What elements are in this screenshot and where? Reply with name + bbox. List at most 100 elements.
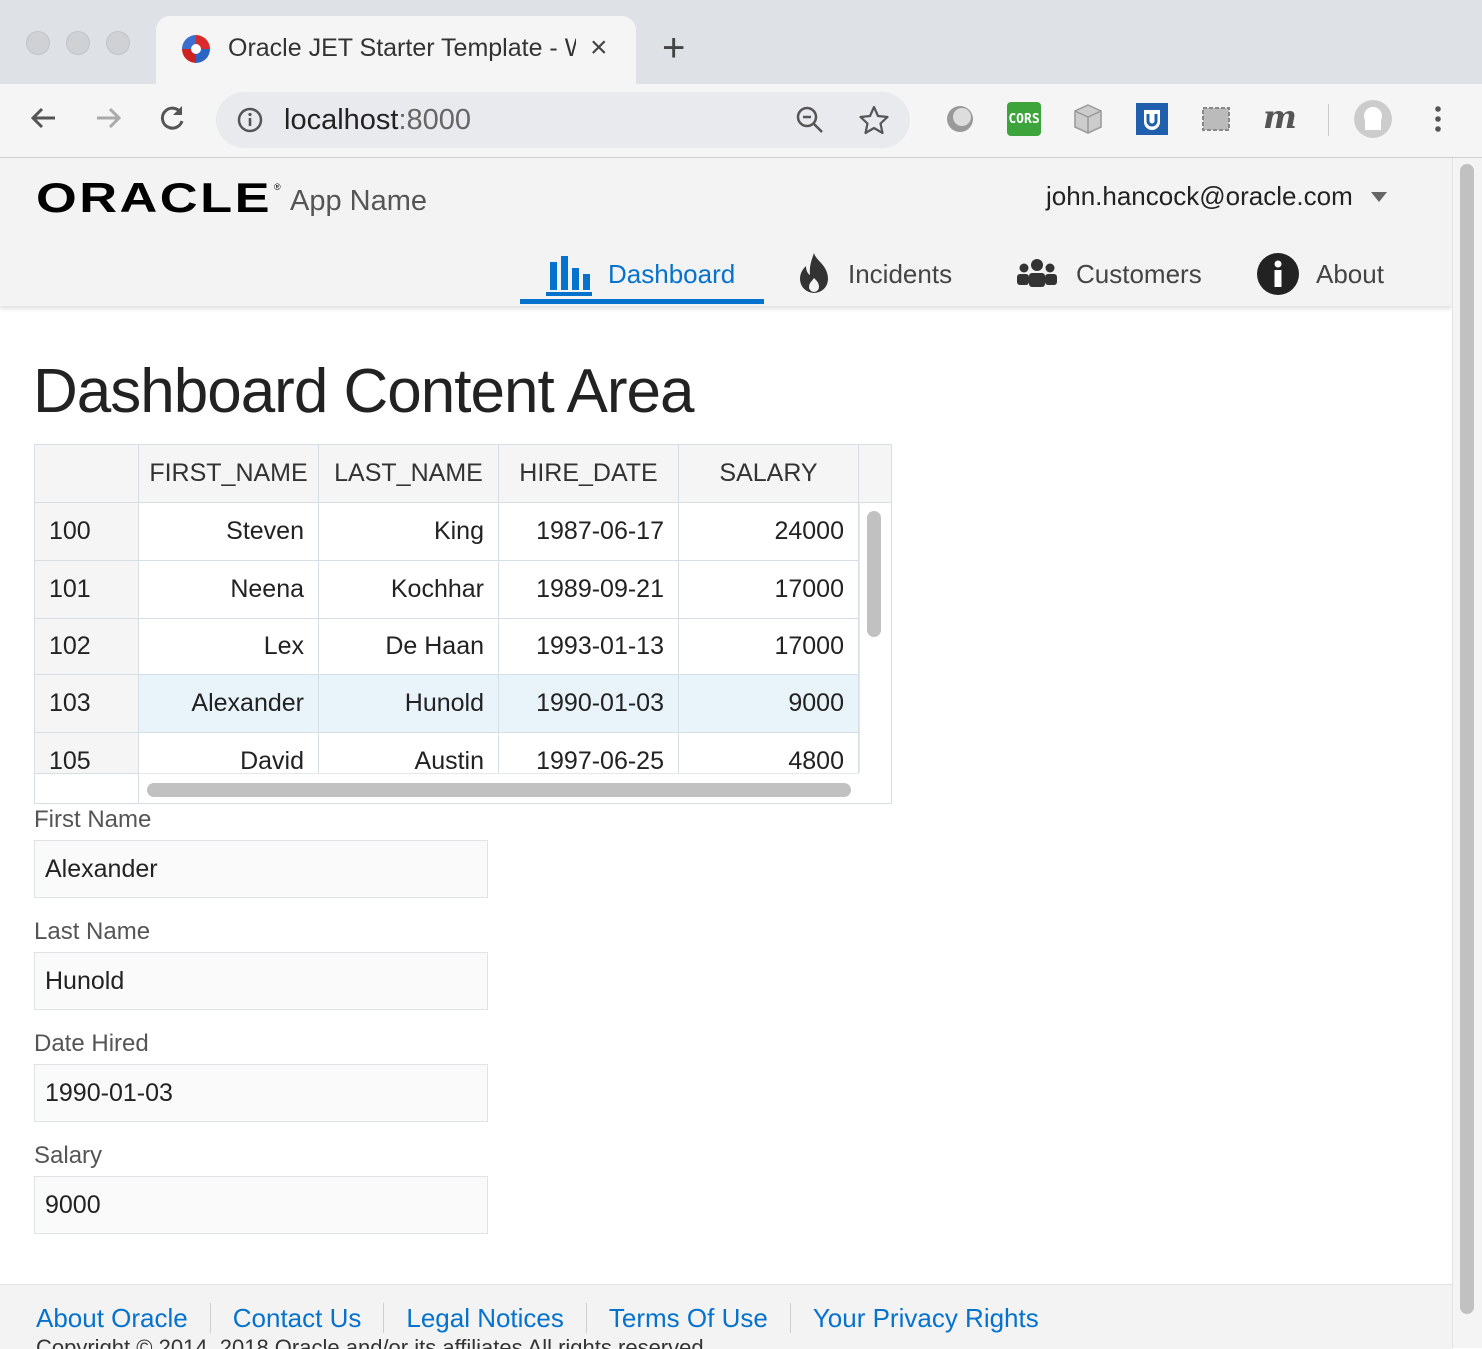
menu-dots-icon[interactable] (1425, 102, 1459, 136)
arrow-left-icon (30, 107, 55, 129)
grid-cell[interactable]: 1989-09-21 (499, 561, 679, 619)
footer-links: About Oracle Contact Us Legal Notices Te… (36, 1303, 1061, 1333)
reload-button[interactable] (152, 98, 192, 138)
grid-cell[interactable]: Hunold (319, 675, 499, 733)
page-title: Dashboard Content Area (33, 357, 694, 426)
reload-icon (160, 106, 184, 130)
grid-cell[interactable]: Lex (139, 619, 319, 675)
salary-label: Salary (34, 1142, 103, 1169)
toolbar-divider (1328, 104, 1329, 136)
column-header[interactable]: HIRE_DATE (499, 445, 679, 503)
cors-extension-icon[interactable]: CORS (1007, 102, 1041, 136)
page-scroll-thumb[interactable] (1460, 164, 1474, 1314)
circle-extension-icon[interactable] (943, 102, 977, 136)
grid-cell[interactable]: 1987-06-17 (499, 503, 679, 561)
column-header[interactable]: FIRST_NAME (139, 445, 319, 503)
row-header-cell[interactable]: 103 (35, 675, 139, 733)
last-name-label: Last Name (34, 918, 151, 945)
grid-cell[interactable]: Neena (139, 561, 319, 619)
address-bar[interactable]: localhost:8000 (216, 92, 910, 148)
nav-item-dashboard[interactable]: Dashboard (546, 242, 735, 306)
row-header-cell[interactable]: 102 (35, 619, 139, 675)
new-tab-button[interactable]: + (662, 28, 685, 68)
date-hired-label: Date Hired (34, 1030, 149, 1057)
grid-footer-corner (35, 773, 139, 803)
zoom-icon[interactable] (794, 104, 826, 136)
window-maximize-button[interactable] (106, 31, 130, 55)
nav-item-label: Incidents (848, 258, 953, 289)
first-name-label: First Name (34, 806, 152, 833)
grid-cell[interactable]: 17000 (679, 561, 859, 619)
shield-extension-icon[interactable] (1135, 102, 1169, 136)
grid-cell[interactable]: De Haan (319, 619, 499, 675)
people-icon (1014, 258, 1060, 290)
grid-cell[interactable]: 17000 (679, 619, 859, 675)
window-minimize-button[interactable] (66, 31, 90, 55)
column-header[interactable]: LAST_NAME (319, 445, 499, 503)
nav-item-label: Customers (1076, 258, 1202, 289)
cors-extension-label: CORS (1008, 111, 1040, 127)
forward-button[interactable] (88, 98, 128, 138)
browser-toolbar: localhost:8000 CORS m (0, 84, 1482, 158)
row-header-cell[interactable]: 100 (35, 503, 139, 561)
footer-link-contact-us[interactable]: Contact Us (209, 1303, 384, 1333)
user-email: john.hancock@oracle.com (1046, 181, 1353, 211)
salary-field[interactable]: 9000 (34, 1176, 488, 1234)
grid-cell[interactable]: 24000 (679, 503, 859, 561)
app-header: ORACLE ® App Name john.hancock@oracle.co… (0, 158, 1452, 306)
column-header[interactable]: SALARY (679, 445, 859, 503)
grid-cell[interactable]: 9000 (679, 675, 859, 733)
nav-item-label: About (1316, 258, 1384, 289)
screenshot-extension-icon[interactable] (1199, 102, 1233, 136)
header-scroll-gutter (859, 445, 891, 503)
caret-down-icon (1370, 191, 1387, 202)
nav-item-customers[interactable]: Customers (1014, 242, 1202, 306)
horizontal-scroll-thumb[interactable] (147, 783, 851, 797)
cube-extension-icon[interactable] (1071, 102, 1105, 136)
nav-item-incidents[interactable]: Incidents (796, 242, 952, 306)
m-extension-icon[interactable]: m (1263, 101, 1297, 136)
nav-item-about[interactable]: About (1256, 242, 1384, 306)
page-footer: About Oracle Contact Us Legal Notices Te… (0, 1284, 1452, 1349)
grid-cell[interactable]: Kochhar (319, 561, 499, 619)
date-hired-field[interactable]: 1990-01-03 (34, 1064, 488, 1122)
first-name-field[interactable]: Alexander (34, 840, 488, 898)
footer-link-about-oracle[interactable]: About Oracle (36, 1303, 210, 1333)
grid-cell[interactable]: King (319, 503, 499, 561)
nav-item-label: Dashboard (608, 258, 736, 289)
back-button[interactable] (24, 98, 64, 138)
grid-cell[interactable]: 1990-01-03 (499, 675, 679, 733)
url-port: :8000 (398, 104, 472, 136)
url-text[interactable]: localhost:8000 (284, 104, 471, 137)
footer-link-terms-of-use[interactable]: Terms Of Use (585, 1303, 790, 1333)
copyright-text: Copyright © 2014, 2018 Oracle and/or its… (36, 1335, 710, 1349)
grid-cell[interactable]: 1993-01-13 (499, 619, 679, 675)
row-header-cell[interactable]: 101 (35, 561, 139, 619)
url-host: localhost (284, 104, 399, 136)
svg-text:®: ® (274, 182, 281, 192)
user-menu-button[interactable]: john.hancock@oracle.com (1046, 181, 1387, 212)
grid-corner-header (35, 445, 139, 503)
vertical-scroll-thumb[interactable] (867, 511, 881, 637)
footer-link-legal-notices[interactable]: Legal Notices (383, 1303, 586, 1333)
last-name-field[interactable]: Hunold (34, 952, 488, 1010)
bookmark-star-icon[interactable] (858, 104, 890, 136)
window-close-button[interactable] (26, 31, 50, 55)
bar-chart-icon (546, 252, 592, 296)
tab-title: Oracle JET Starter Template - Web Nav Dr… (228, 34, 576, 62)
arrow-right-icon (97, 107, 122, 129)
browser-tab[interactable]: Oracle JET Starter Template - Web Nav Dr… (156, 16, 636, 84)
grid-cell[interactable]: Alexander (139, 675, 319, 733)
site-info-icon[interactable] (236, 106, 264, 134)
oracle-jet-favicon-icon (182, 35, 210, 63)
svg-text:ORACLE: ORACLE (36, 180, 272, 216)
profile-icon[interactable] (1353, 99, 1393, 139)
oracle-logo: ORACLE ® (36, 180, 281, 216)
footer-link-privacy-rights[interactable]: Your Privacy Rights (789, 1303, 1061, 1333)
info-icon (1256, 252, 1300, 296)
grid-cell[interactable]: Steven (139, 503, 319, 561)
tab-close-icon[interactable]: × (590, 30, 608, 66)
employee-data-grid[interactable]: FIRST_NAME LAST_NAME HIRE_DATE SALARY 10… (34, 444, 892, 804)
app-name: App Name (290, 185, 428, 217)
m-extension-label: m (1263, 98, 1297, 136)
